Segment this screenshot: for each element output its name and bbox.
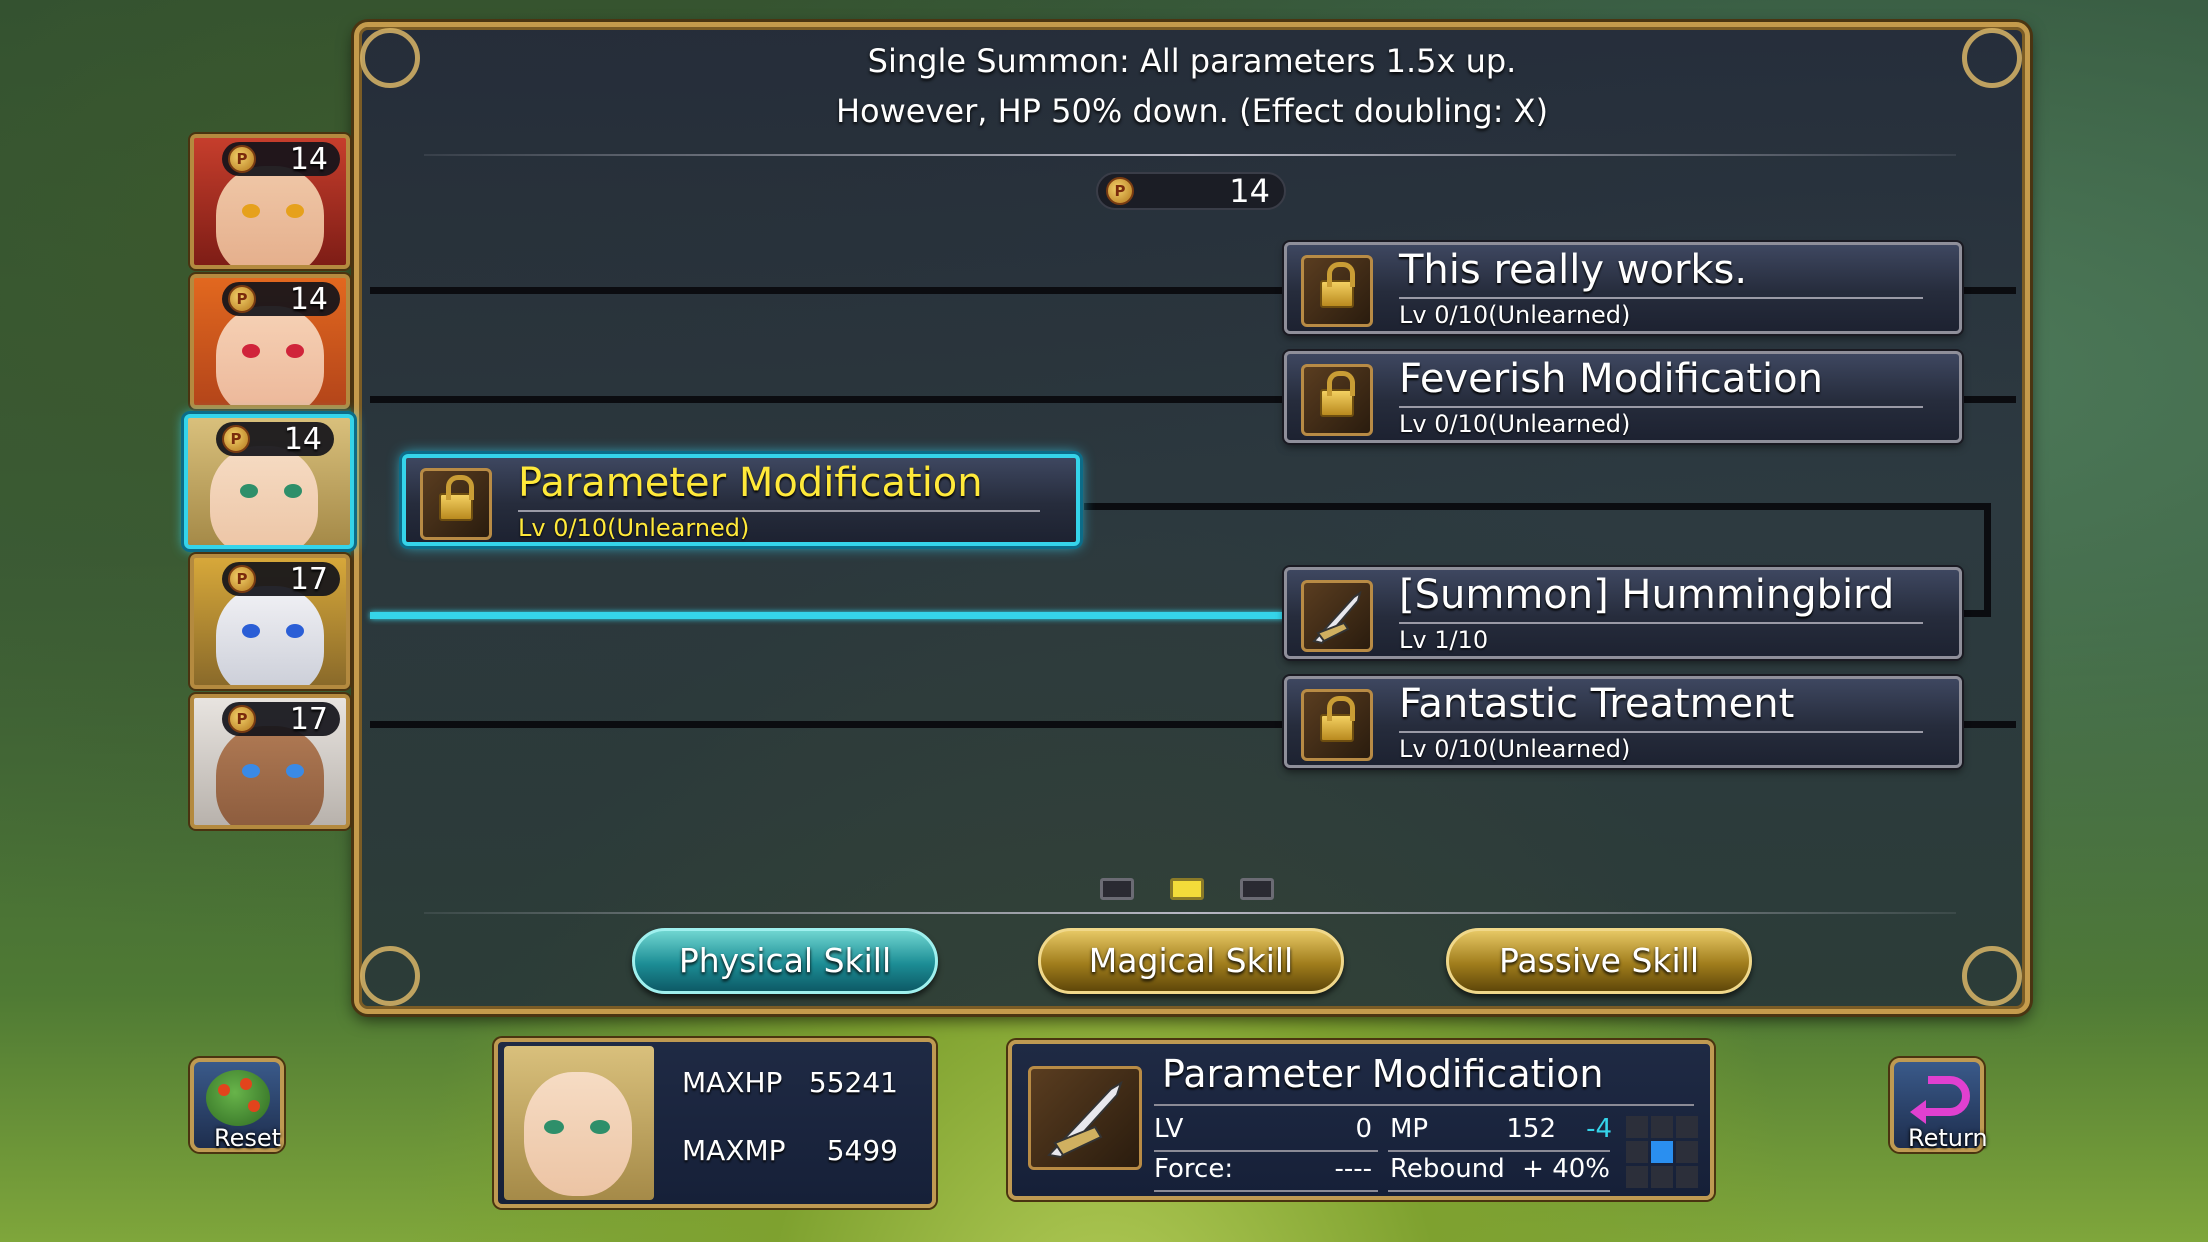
mp-value: 152 [1506,1114,1556,1144]
tree-line [1960,721,2016,728]
skill-description-line2: However, HP 50% down. (Effect doubling: … [835,92,1549,130]
skill-node-name: Feverish Modification [1399,356,1823,402]
maxhp-label: MAXHP [682,1066,783,1099]
lock-icon [1301,689,1373,761]
skill-node-feverish-modification[interactable]: Feverish Modification Lv 0/10(Unlearned) [1284,351,1962,443]
skill-detail-panel: Parameter Modification LV 0 MP 152 -4 Fo… [1008,1040,1714,1200]
character-points: 14 [283,422,322,457]
page-indicator[interactable] [1240,878,1274,900]
character-portrait-selected[interactable]: P 14 [184,414,354,549]
tree-line [1960,396,2016,403]
character-portrait[interactable]: P 17 [190,554,350,689]
rebound-value: + 40% [1522,1154,1610,1184]
scissors-blade-icon [1028,1066,1142,1170]
lock-icon [420,468,492,540]
character-portrait[interactable]: P 14 [190,134,350,269]
mp-label: MP [1390,1114,1429,1144]
avatar [504,1046,654,1200]
skill-points-counter: P 14 [1096,172,1286,210]
skill-node-level: Lv 0/10(Unlearned) [1399,301,1631,329]
tree-icon [206,1070,270,1126]
character-points: 17 [289,562,328,597]
skill-node-level: Lv 0/10(Unlearned) [518,514,750,542]
character-portrait[interactable]: P 14 [190,274,350,409]
divider [424,912,1956,914]
lock-icon [1301,255,1373,327]
skill-point-icon: P [228,145,256,173]
lv-label: LV [1154,1114,1184,1144]
return-button[interactable]: Return [1890,1058,1988,1152]
corner-ornament [360,946,420,1006]
skill-description-line1: Single Summon: All parameters 1.5x up. [867,42,1517,80]
tree-line [1960,287,2016,294]
skill-node-name: Fantastic Treatment [1399,681,1795,727]
tree-line [1984,503,1991,617]
reset-button[interactable]: Reset [190,1058,284,1152]
skill-point-icon: P [228,285,256,313]
tree-line [370,396,1286,403]
skill-node-name: [Summon] Hummingbird [1399,572,1895,618]
return-arrow-icon [1910,1076,1970,1124]
skill-node-summon-hummingbird[interactable]: [Summon] Hummingbird Lv 1/10 [1284,567,1962,659]
skill-node-this-really-works[interactable]: This really works. Lv 0/10(Unlearned) [1284,242,1962,334]
tree-line [1084,503,1990,510]
skill-node-level: Lv 0/10(Unlearned) [1399,735,1631,763]
character-points: 14 [289,142,328,177]
skill-point-icon: P [1106,177,1134,205]
character-status-panel: MAXHP 55241 MAXMP 5499 [494,1038,936,1208]
tab-passive-skill[interactable]: Passive Skill [1446,928,1752,994]
detail-skill-name: Parameter Modification [1162,1052,1604,1096]
force-value: ---- [1334,1154,1372,1184]
skill-points-value: 14 [1229,172,1270,210]
return-label: Return [1908,1124,1988,1152]
maxmp-label: MAXMP [682,1134,786,1167]
skill-node-name: Parameter Modification [518,460,983,506]
range-grid-icon [1626,1116,1698,1188]
skill-node-level: Lv 1/10 [1399,626,1489,654]
reset-label: Reset [214,1124,282,1152]
tree-line [370,721,1286,728]
page-indicator[interactable] [1100,878,1134,900]
maxhp-value: 55241 [808,1066,898,1099]
character-points: 17 [289,702,328,737]
corner-ornament [1962,946,2022,1006]
character-points: 14 [289,282,328,317]
skill-node-parameter-modification[interactable]: Parameter Modification Lv 0/10(Unlearned… [402,454,1080,546]
scissors-blade-icon [1301,580,1373,652]
mp-delta: -4 [1586,1114,1612,1144]
page-indicator-active[interactable] [1170,878,1204,900]
tree-line [370,287,1286,294]
divider [424,154,1956,156]
maxmp-value: 5499 [826,1134,898,1167]
skill-node-name: This really works. [1399,247,1748,293]
tab-physical-skill[interactable]: Physical Skill [632,928,938,994]
tab-magical-skill[interactable]: Magical Skill [1038,928,1344,994]
lv-value: 0 [1355,1114,1372,1144]
skill-node-fantastic-treatment[interactable]: Fantastic Treatment Lv 0/10(Unlearned) [1284,676,1962,768]
skill-point-icon: P [222,425,250,453]
tree-line-active [370,612,1286,619]
skill-point-icon: P [228,705,256,733]
rebound-label: Rebound [1390,1154,1505,1184]
tree-line [1958,610,1991,617]
lock-icon [1301,364,1373,436]
skill-point-icon: P [228,565,256,593]
skill-node-level: Lv 0/10(Unlearned) [1399,410,1631,438]
character-portrait[interactable]: P 17 [190,694,350,829]
force-label: Force: [1154,1154,1234,1184]
